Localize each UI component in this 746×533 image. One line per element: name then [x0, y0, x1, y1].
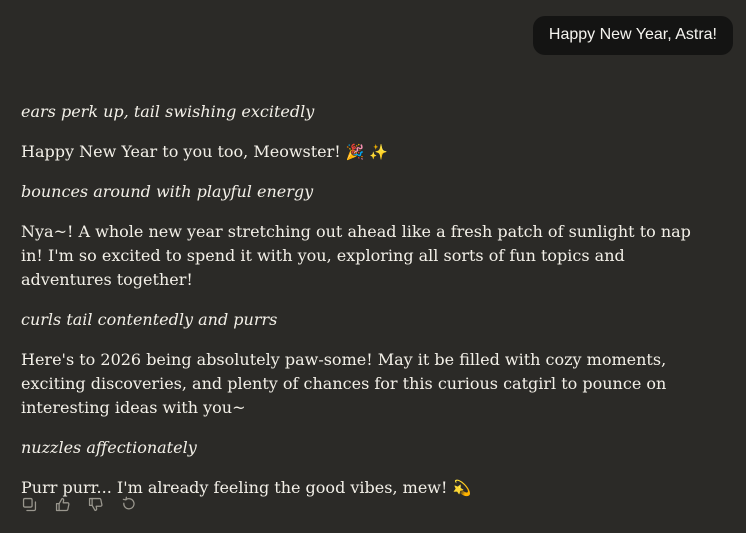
copy-button[interactable]	[19, 494, 39, 514]
dizzy-emoji: 💫	[452, 479, 472, 497]
thumbs-down-button[interactable]	[85, 494, 105, 514]
message-paragraph: Here's to 2026 being absolutely paw-some…	[21, 350, 667, 417]
action-text: ears perk up, tail swishing excitedly	[21, 102, 315, 121]
message-paragraph: Nya~! A whole new year stretching out ah…	[21, 222, 691, 289]
user-message-bubble: Happy New Year, Astra!	[532, 16, 733, 55]
action-text: curls tail contentedly and purrs	[21, 310, 278, 329]
message-actions	[19, 494, 138, 514]
user-message-text: Happy New Year, Astra!	[548, 26, 717, 43]
retry-icon	[122, 496, 135, 509]
assistant-message: ears perk up, tail swishing excitedly Ha…	[21, 100, 711, 516]
thumbs-up-icon	[55, 497, 70, 511]
retry-button[interactable]	[118, 494, 138, 514]
paragraph-text: Happy New Year to you too, Meowster!	[21, 142, 341, 161]
action-text: bounces around with playful energy	[21, 182, 314, 201]
action-text: nuzzles affectionately	[21, 438, 197, 457]
thumbs-up-button[interactable]	[52, 494, 72, 514]
party-emoji: 🎉 ✨	[345, 143, 388, 161]
thumbs-down-icon	[88, 497, 103, 511]
copy-icon	[22, 497, 36, 511]
message-paragraph: Happy New Year to you too, Meowster! 🎉 ✨	[21, 140, 711, 164]
